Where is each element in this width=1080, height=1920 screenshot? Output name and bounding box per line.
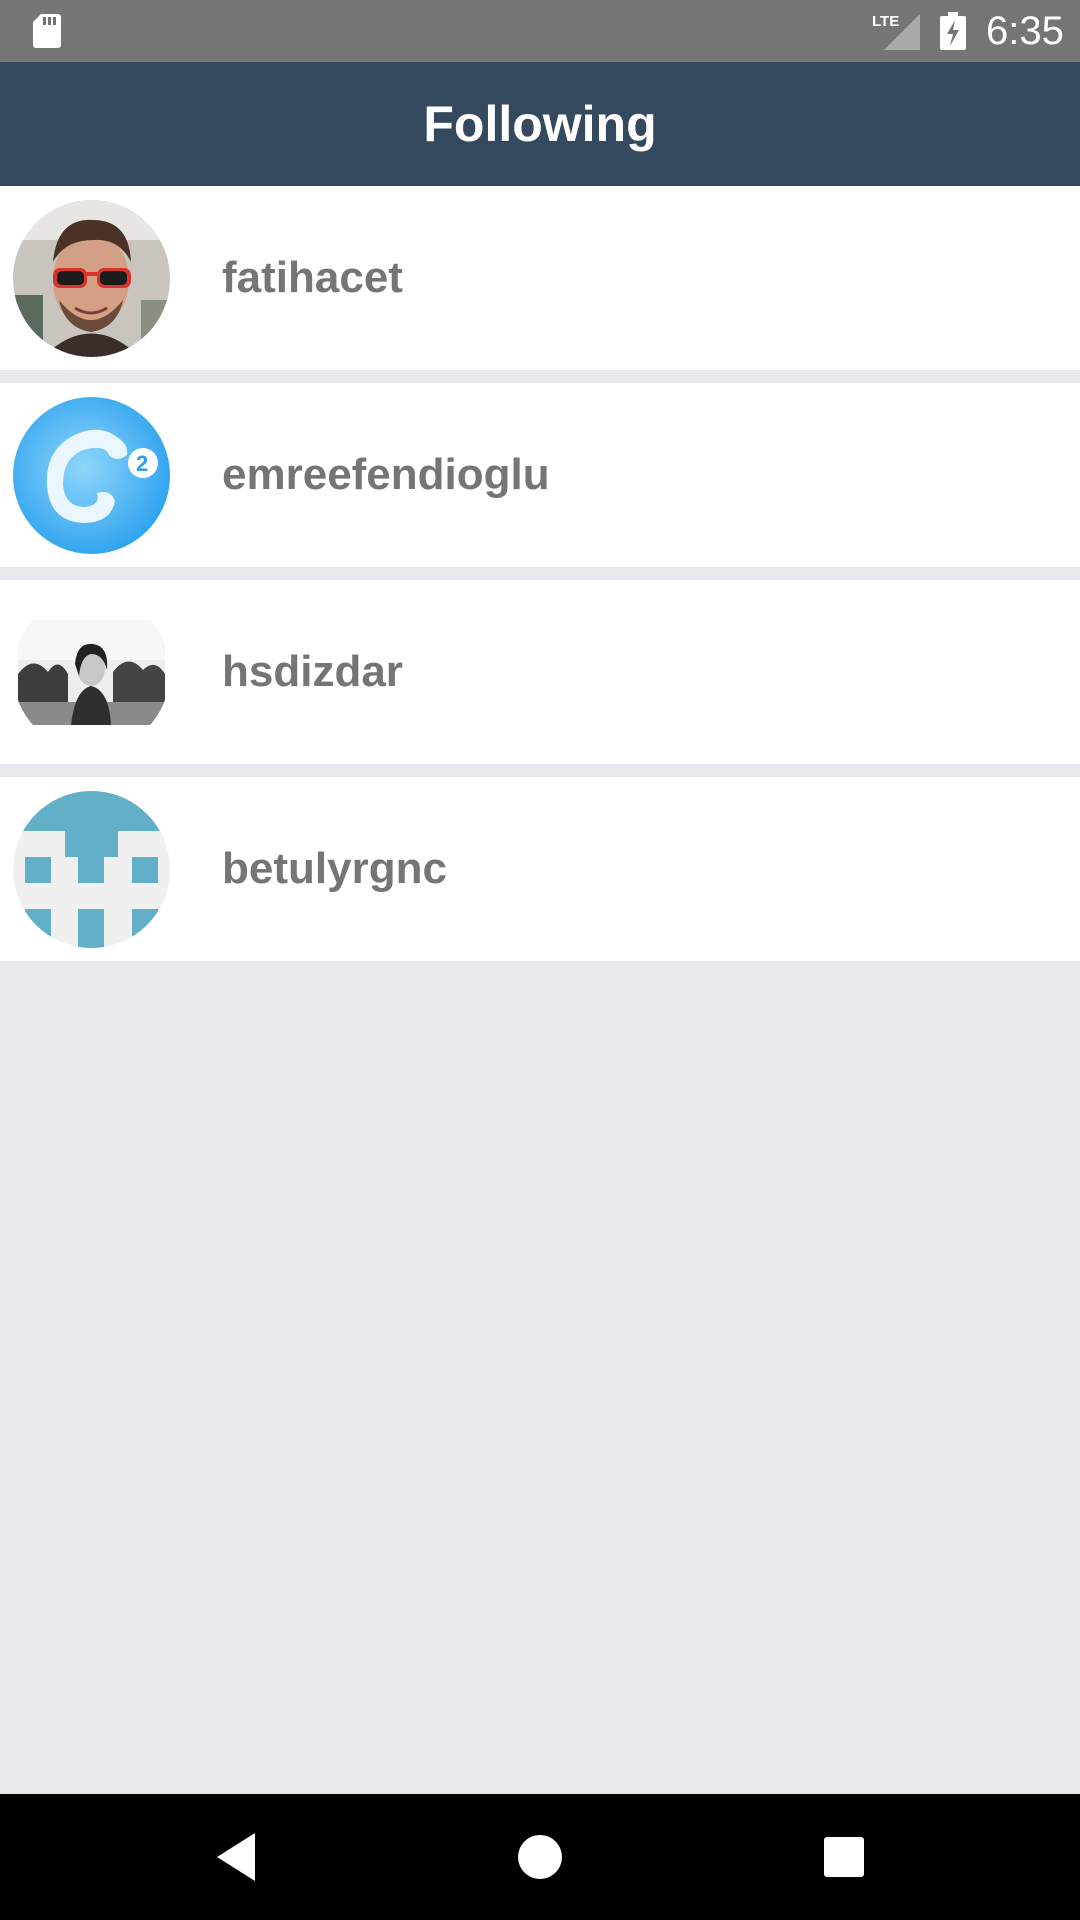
avatar-blue-logo: 2 <box>13 397 170 554</box>
status-clock: 6:35 <box>986 9 1064 53</box>
username: hsdizdar <box>222 647 403 696</box>
list-item[interactable]: betulyrgnc <box>0 777 1080 961</box>
page-title: Following <box>423 96 657 152</box>
status-bar: LTE 6:35 <box>0 0 1080 62</box>
username: fatihacet <box>222 253 403 302</box>
list-item[interactable]: fatihacet <box>0 186 1080 370</box>
list-item[interactable]: 2 emreefendioglu <box>0 383 1080 567</box>
navigation-bar <box>0 1794 1080 1920</box>
back-icon[interactable] <box>205 1825 269 1889</box>
avatar[interactable] <box>13 594 170 751</box>
avatar-grayscale-photo <box>13 594 170 751</box>
avatar-identicon <box>13 791 170 948</box>
sd-card-icon <box>33 14 61 48</box>
avatar-photo-man <box>13 200 170 357</box>
username: betulyrgnc <box>222 844 447 893</box>
battery-charging-icon <box>940 12 966 50</box>
following-list: fatihacet 2 emreefendioglu hsdizdar betu… <box>0 186 1080 961</box>
avatar[interactable] <box>13 791 170 948</box>
app-bar: Following <box>0 62 1080 186</box>
list-item[interactable]: hsdizdar <box>0 580 1080 764</box>
username: emreefendioglu <box>222 450 550 499</box>
lte-label: LTE <box>872 13 899 30</box>
avatar[interactable] <box>13 200 170 357</box>
lte-signal-icon: LTE <box>872 13 920 50</box>
avatar[interactable]: 2 <box>13 397 170 554</box>
home-icon[interactable] <box>508 1825 572 1889</box>
recents-icon[interactable] <box>812 1825 876 1889</box>
svg-text:2: 2 <box>136 451 148 476</box>
